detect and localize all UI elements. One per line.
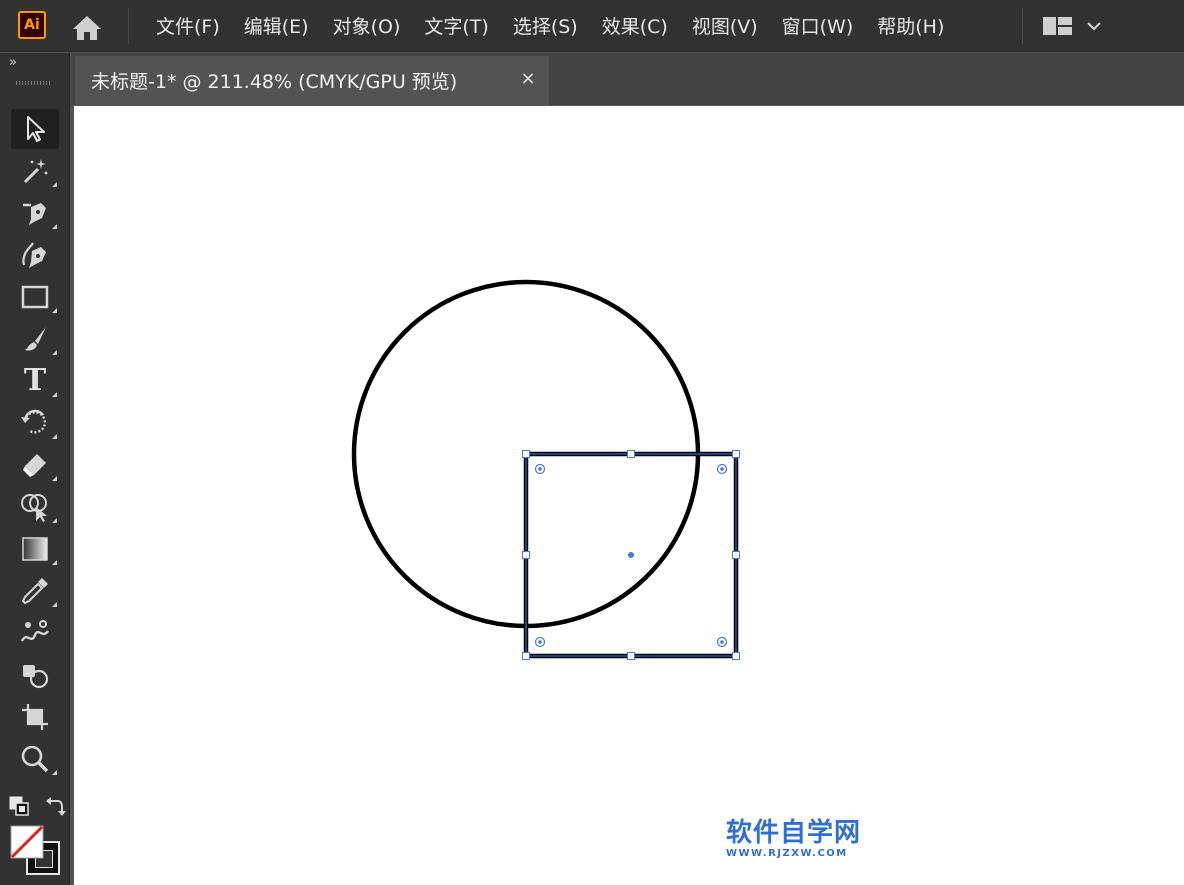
tool-group-indicator: [52, 224, 57, 229]
shape-builder-tool[interactable]: [11, 487, 59, 527]
tool-group-indicator: [52, 560, 57, 565]
tool-group-indicator: [52, 182, 57, 187]
menu-edit[interactable]: 编辑(E): [232, 12, 321, 39]
handle-bottom-right[interactable]: [732, 652, 740, 660]
eyedropper-tool[interactable]: [11, 571, 59, 611]
artboard-icon: [22, 704, 48, 730]
menu-view[interactable]: 视图(V): [680, 12, 770, 39]
symbol-sprayer-tool[interactable]: [11, 655, 59, 695]
tool-group-indicator: [52, 476, 57, 481]
eraser-tool[interactable]: [11, 445, 59, 485]
handle-top-left[interactable]: [522, 450, 530, 458]
tool-group-indicator: [52, 770, 57, 775]
tool-group-indicator: [52, 392, 57, 397]
selection-arrow-icon: [27, 116, 45, 142]
magic-wand-tool[interactable]: [11, 151, 59, 191]
corner-widget-top-right[interactable]: [716, 463, 728, 475]
handle-bottom-middle[interactable]: [627, 652, 635, 660]
watermark-text: 软件自学网: [726, 818, 862, 848]
paintbrush-tool[interactable]: [11, 319, 59, 359]
blend-tool[interactable]: [11, 613, 59, 653]
selection-tool[interactable]: [11, 109, 59, 149]
zoom-tool[interactable]: [11, 739, 59, 779]
panel-grip[interactable]: [16, 81, 52, 85]
watermark-url: WWW.RJZXW.COM: [726, 848, 848, 859]
document-tab-bar: 未标题-1* @ 211.48% (CMYK/GPU 预览) ×: [71, 53, 1184, 105]
rotate-icon: [21, 409, 47, 434]
pen-tool[interactable]: [11, 193, 59, 233]
corner-widget-bottom-left[interactable]: [534, 636, 546, 648]
tool-group-indicator: [52, 350, 57, 355]
menu-window[interactable]: 窗口(W): [770, 12, 866, 39]
document-tab-title: 未标题-1* @ 211.48% (CMYK/GPU 预览): [91, 71, 458, 93]
corner-widget-top-left[interactable]: [534, 463, 546, 475]
eyedropper-icon: [21, 578, 48, 605]
type-tool[interactable]: T: [11, 361, 59, 401]
handle-bottom-left[interactable]: [522, 652, 530, 660]
tool-group-indicator: [52, 602, 57, 607]
gradient-tool[interactable]: [11, 529, 59, 569]
menu-bar: Ai 文件(F) 编辑(E) 对象(O) 文字(T) 选择(S) 效果(C) 视…: [0, 0, 1184, 52]
workspace-layout-icon: [1043, 17, 1072, 35]
default-fill-stroke-icon[interactable]: [8, 795, 30, 817]
menu-divider: [128, 8, 129, 44]
pen-icon: [23, 203, 46, 225]
gradient-icon: [22, 537, 48, 561]
workspace-switcher[interactable]: [1040, 12, 1110, 40]
rectangle-tool[interactable]: [11, 277, 59, 317]
collapse-panel-icon[interactable]: »: [9, 55, 17, 70]
artboard-canvas[interactable]: 软件自学网 WWW.RJZXW.COM: [74, 106, 1184, 885]
tool-group-indicator: [52, 518, 57, 523]
paintbrush-icon: [25, 327, 46, 351]
home-icon: [73, 16, 101, 40]
home-button[interactable]: [70, 12, 104, 42]
handle-middle-right[interactable]: [732, 551, 740, 559]
symbol-sprayer-icon: [23, 665, 49, 689]
chevron-down-icon: [1087, 22, 1101, 31]
menu-effect[interactable]: 效果(C): [590, 12, 680, 39]
handle-top-right[interactable]: [732, 450, 740, 458]
shape-builder-icon: [21, 494, 47, 522]
watermark: 软件自学网 WWW.RJZXW.COM: [726, 818, 876, 864]
handle-top-middle[interactable]: [627, 450, 635, 458]
illustrator-window: Ai 文件(F) 编辑(E) 对象(O) 文字(T) 选择(S) 效果(C) 视…: [0, 0, 1184, 885]
menu-items: 文件(F) 编辑(E) 对象(O) 文字(T) 选择(S) 效果(C) 视图(V…: [144, 0, 956, 50]
eraser-icon: [23, 454, 46, 477]
zoom-icon: [21, 745, 49, 773]
tools-panel: » T: [0, 53, 70, 885]
fill-stroke-controls: [8, 796, 66, 881]
blend-icon: [20, 620, 50, 642]
menu-type[interactable]: 文字(T): [412, 12, 500, 39]
fill-swatch-none[interactable]: [10, 825, 44, 859]
center-point: [628, 552, 634, 558]
app-logo: Ai: [18, 11, 46, 39]
magic-wand-icon: [23, 159, 48, 184]
document-tab[interactable]: 未标题-1* @ 211.48% (CMYK/GPU 预览) ×: [75, 56, 549, 105]
artwork: [351, 279, 740, 660]
menu-divider: [1022, 8, 1023, 44]
swap-fill-stroke-icon[interactable]: [44, 795, 66, 817]
tool-group-indicator: [52, 434, 57, 439]
close-icon[interactable]: ×: [517, 68, 539, 90]
handle-middle-left[interactable]: [522, 551, 530, 559]
curvature-pen-icon: [22, 242, 46, 268]
corner-widget-bottom-right[interactable]: [716, 636, 728, 648]
menu-select[interactable]: 选择(S): [501, 12, 590, 39]
curvature-tool[interactable]: [11, 235, 59, 275]
menu-help[interactable]: 帮助(H): [865, 12, 956, 39]
menu-object[interactable]: 对象(O): [321, 12, 413, 39]
rotate-tool[interactable]: [11, 403, 59, 443]
artboard-tool[interactable]: [11, 697, 59, 737]
selected-square[interactable]: [522, 450, 740, 660]
tool-group-indicator: [52, 308, 57, 313]
type-icon: T: [23, 363, 47, 398]
menu-file[interactable]: 文件(F): [144, 12, 232, 39]
rectangle-icon: [21, 285, 49, 309]
